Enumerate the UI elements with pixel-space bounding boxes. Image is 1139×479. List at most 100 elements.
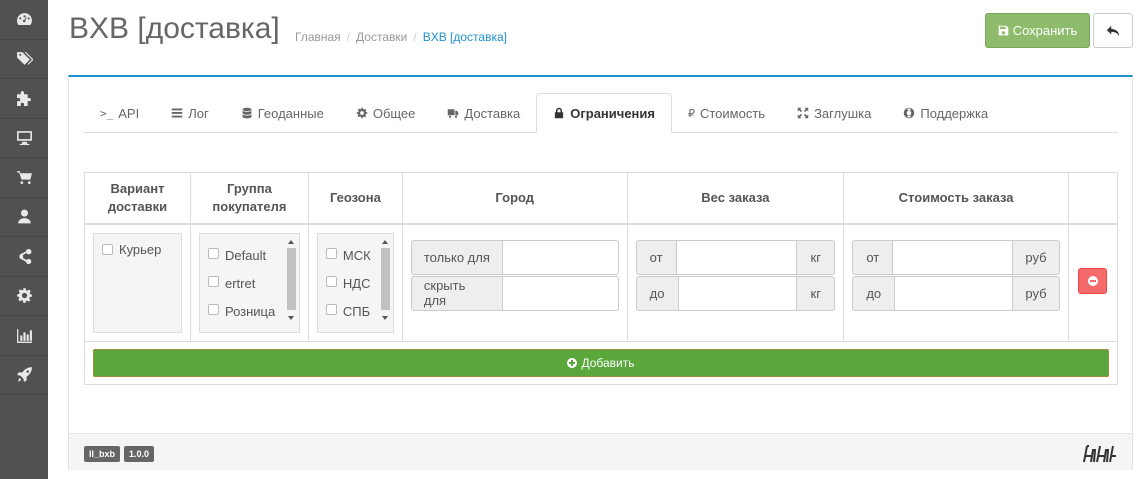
cost-to-input[interactable] [895, 275, 1012, 311]
checkbox[interactable] [207, 304, 219, 315]
sidebar-item-launch[interactable] [0, 356, 48, 395]
cog-icon [356, 107, 368, 119]
bar-chart-icon [16, 328, 32, 343]
ruble-icon: ₽ [687, 106, 695, 120]
city-only-input[interactable] [502, 239, 619, 275]
option-label: Курьер [119, 241, 162, 257]
tab-stub[interactable]: Заглушка [781, 93, 887, 133]
tab-label: Стоимость [699, 105, 766, 121]
group-cell: Default ertret Розница [189, 223, 309, 342]
tab-restrictions[interactable]: Ограничения [536, 93, 672, 133]
breadcrumb-home[interactable]: Главная [295, 30, 341, 44]
tags-icon [16, 52, 33, 66]
variant-cell: Курьер [84, 223, 191, 342]
checkbox[interactable] [325, 248, 337, 259]
variant-option[interactable]: Курьер [102, 242, 173, 266]
actions-cell [1067, 223, 1119, 342]
city-hide-input[interactable] [502, 275, 619, 311]
sidebar-item-catalog[interactable] [0, 40, 48, 79]
tab-label: Поддержка [920, 105, 989, 121]
tab-support[interactable]: Поддержка [887, 93, 1004, 133]
weight-from-input[interactable] [676, 239, 797, 275]
option-label: МСК [342, 248, 371, 263]
content-panel: >_ API Лог Геоданные Общее Доставка Огра… [68, 75, 1133, 470]
sidebar-item-dashboard[interactable] [0, 0, 48, 40]
scrollbar[interactable] [286, 238, 297, 330]
geozone-option[interactable]: СПБ [325, 296, 385, 324]
weight-to-label: до [635, 275, 679, 311]
add-button[interactable]: Добавить [93, 349, 1109, 377]
header-weight: Вес заказа [626, 172, 845, 225]
weight-to-group: до кг [635, 275, 836, 311]
group-option[interactable]: Default [207, 240, 291, 268]
save-button[interactable]: Сохранить [985, 13, 1090, 48]
header-variant: Вариант доставки [84, 172, 191, 225]
tab-log[interactable]: Лог [155, 93, 225, 133]
sidebar-item-extensions[interactable] [0, 79, 48, 119]
weight-to-input[interactable] [678, 275, 797, 311]
header-city: Город [401, 172, 628, 225]
breadcrumb: Главная / Доставки / BXB [доставка] [295, 30, 507, 44]
cost-cell: от руб до руб [843, 223, 1069, 342]
sidebar-item-customers[interactable] [0, 198, 48, 237]
geozone-option[interactable]: НДС [325, 268, 385, 296]
checkbox[interactable] [325, 276, 337, 287]
rocket-icon [16, 367, 32, 383]
weight-unit-label: кг [796, 275, 836, 311]
share-icon [18, 248, 31, 264]
tab-geodata[interactable]: Геоданные [225, 93, 340, 133]
cost-unit-label: руб [1011, 239, 1060, 275]
arrows-icon [797, 107, 809, 119]
table-header-row: Вариант доставки Группа покупателя Геозо… [84, 172, 1119, 225]
weight-unit-label: кг [796, 239, 836, 275]
city-hide-label: скрыть для [410, 275, 503, 311]
version-badge: 1.0.0 [124, 446, 155, 462]
checkbox[interactable] [207, 248, 219, 259]
floppy-icon [998, 25, 1008, 36]
variant-list[interactable]: Курьер [93, 232, 182, 333]
header-geozone: Геозона [307, 172, 403, 225]
tab-label: Геоданные [257, 105, 324, 121]
cost-from-input[interactable] [893, 239, 1012, 275]
lifebuoy-icon [904, 107, 915, 119]
sidebar-item-design[interactable] [0, 119, 48, 158]
plus-circle-icon [567, 358, 578, 368]
remove-row-button[interactable] [1078, 267, 1108, 294]
checkbox[interactable] [207, 276, 219, 287]
tab-api[interactable]: >_ API [84, 93, 155, 133]
breadcrumb-deliveries[interactable]: Доставки [356, 30, 407, 44]
city-only-group: только для [410, 239, 619, 275]
checkbox[interactable] [102, 243, 113, 255]
group-list[interactable]: Default ertret Розница [198, 232, 300, 333]
group-option[interactable]: Розница [207, 296, 291, 324]
sidebar-item-sales[interactable] [0, 158, 48, 198]
tab-label: Общее [372, 105, 416, 121]
scrollbar[interactable] [380, 238, 391, 330]
cart-icon [16, 170, 32, 184]
truck-icon [448, 109, 459, 118]
geozone-option[interactable]: МСК [325, 240, 385, 268]
option-label: Default [224, 248, 267, 263]
group-option[interactable]: ertret [207, 268, 291, 296]
option-label: СПБ [342, 304, 371, 319]
dashboard-icon [16, 12, 32, 25]
tab-cost[interactable]: ₽ Стоимость [672, 93, 781, 133]
breadcrumb-current[interactable]: BXB [доставка] [423, 30, 507, 44]
header-cost: Стоимость заказа [843, 172, 1069, 225]
panel-footer: ll_bxb 1.0.0 [69, 433, 1132, 470]
geozone-list[interactable]: МСК НДС СПБ [316, 232, 394, 333]
sidebar-item-reports[interactable] [0, 316, 48, 356]
city-only-label: только для [410, 239, 503, 275]
save-button-label: Сохранить [1012, 23, 1078, 38]
cost-to-group: до руб [852, 275, 1060, 311]
checkbox[interactable] [325, 304, 337, 315]
tab-general[interactable]: Общее [340, 93, 432, 133]
puzzle-icon [16, 90, 31, 106]
sidebar-item-marketing[interactable] [0, 237, 48, 277]
cog-icon [16, 288, 32, 304]
back-button[interactable] [1093, 13, 1133, 48]
sidebar-item-system[interactable] [0, 277, 48, 316]
user-icon [17, 209, 31, 224]
table-row: Курьер Default ertret Розница МСК НДС СП… [84, 223, 1119, 342]
tab-delivery[interactable]: Доставка [431, 93, 536, 133]
